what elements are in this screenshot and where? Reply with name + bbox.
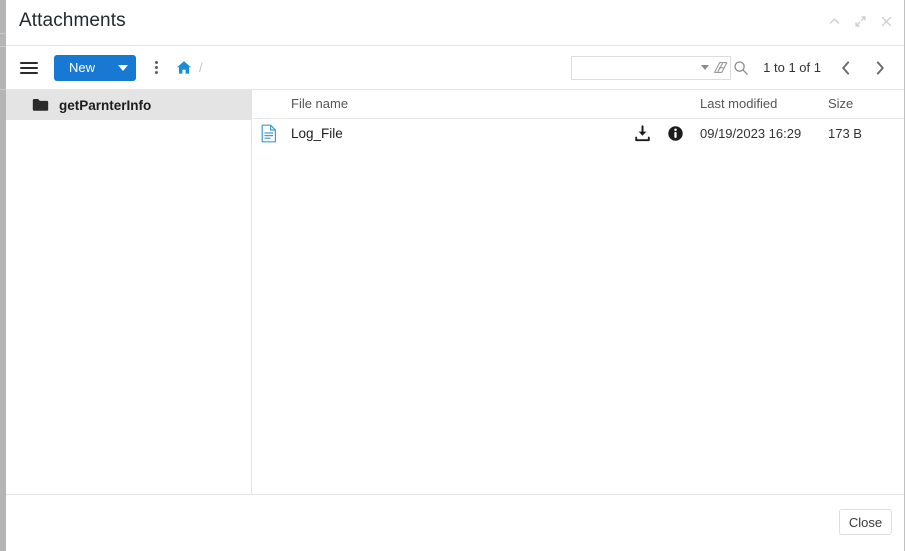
close-button[interactable]: Close [839, 509, 892, 535]
pagination-next-chevron-right-icon[interactable] [869, 57, 891, 79]
close-icon[interactable] [878, 13, 894, 29]
file-name-label: Log_File [291, 126, 343, 141]
toolbar: New / [6, 46, 904, 90]
file-size-label: 173 B [828, 126, 862, 141]
pagination-prev-chevron-left-icon[interactable] [835, 57, 857, 79]
table-row[interactable]: Log_File 09/19/2023 16:29 [253, 119, 904, 149]
eraser-icon[interactable] [713, 60, 730, 75]
sidebar-item-getparnterinfo[interactable]: getParnterInfo [6, 90, 251, 120]
home-icon[interactable] [176, 60, 192, 75]
page-title: Attachments [19, 10, 126, 32]
folder-tree-sidebar: getParnterInfo [6, 90, 252, 494]
column-header-size: Size [828, 96, 853, 111]
search-dropdown-chevron-down-icon[interactable] [701, 65, 709, 70]
file-document-icon [261, 124, 277, 148]
collapse-icon[interactable] [826, 13, 842, 29]
expand-icon[interactable] [852, 13, 868, 29]
dialog-body: getParnterInfo File name Last modified S… [6, 90, 904, 494]
file-list-header: File name Last modified Size [253, 90, 904, 119]
column-header-last-modified: Last modified [700, 96, 777, 111]
file-modified-label: 09/19/2023 16:29 [700, 126, 801, 141]
pagination-status: 1 to 1 of 1 [763, 60, 821, 75]
dialog-titlebar: Attachments [6, 0, 904, 46]
hamburger-icon[interactable] [20, 57, 42, 79]
toolbar-right-group: 1 to 1 of 1 [571, 46, 891, 89]
more-vertical-icon[interactable] [148, 57, 164, 79]
attachments-dialog: Attachments [6, 0, 905, 551]
sidebar-item-label: getParnterInfo [59, 98, 151, 113]
breadcrumb-separator: / [199, 60, 203, 75]
file-list-panel: File name Last modified Size Log_File [253, 90, 904, 494]
new-dropdown-chevron-down-icon[interactable] [109, 55, 136, 81]
folder-icon [32, 98, 49, 112]
new-button[interactable]: New [54, 55, 109, 81]
info-icon[interactable] [667, 125, 684, 147]
window-controls [826, 13, 894, 29]
new-split-button: New [54, 55, 136, 81]
column-header-file-name: File name [291, 96, 348, 111]
search-icon[interactable] [733, 60, 749, 76]
dialog-footer: Close [6, 494, 904, 550]
download-icon[interactable] [634, 125, 651, 147]
toolbar-left-group: New / [20, 46, 203, 89]
